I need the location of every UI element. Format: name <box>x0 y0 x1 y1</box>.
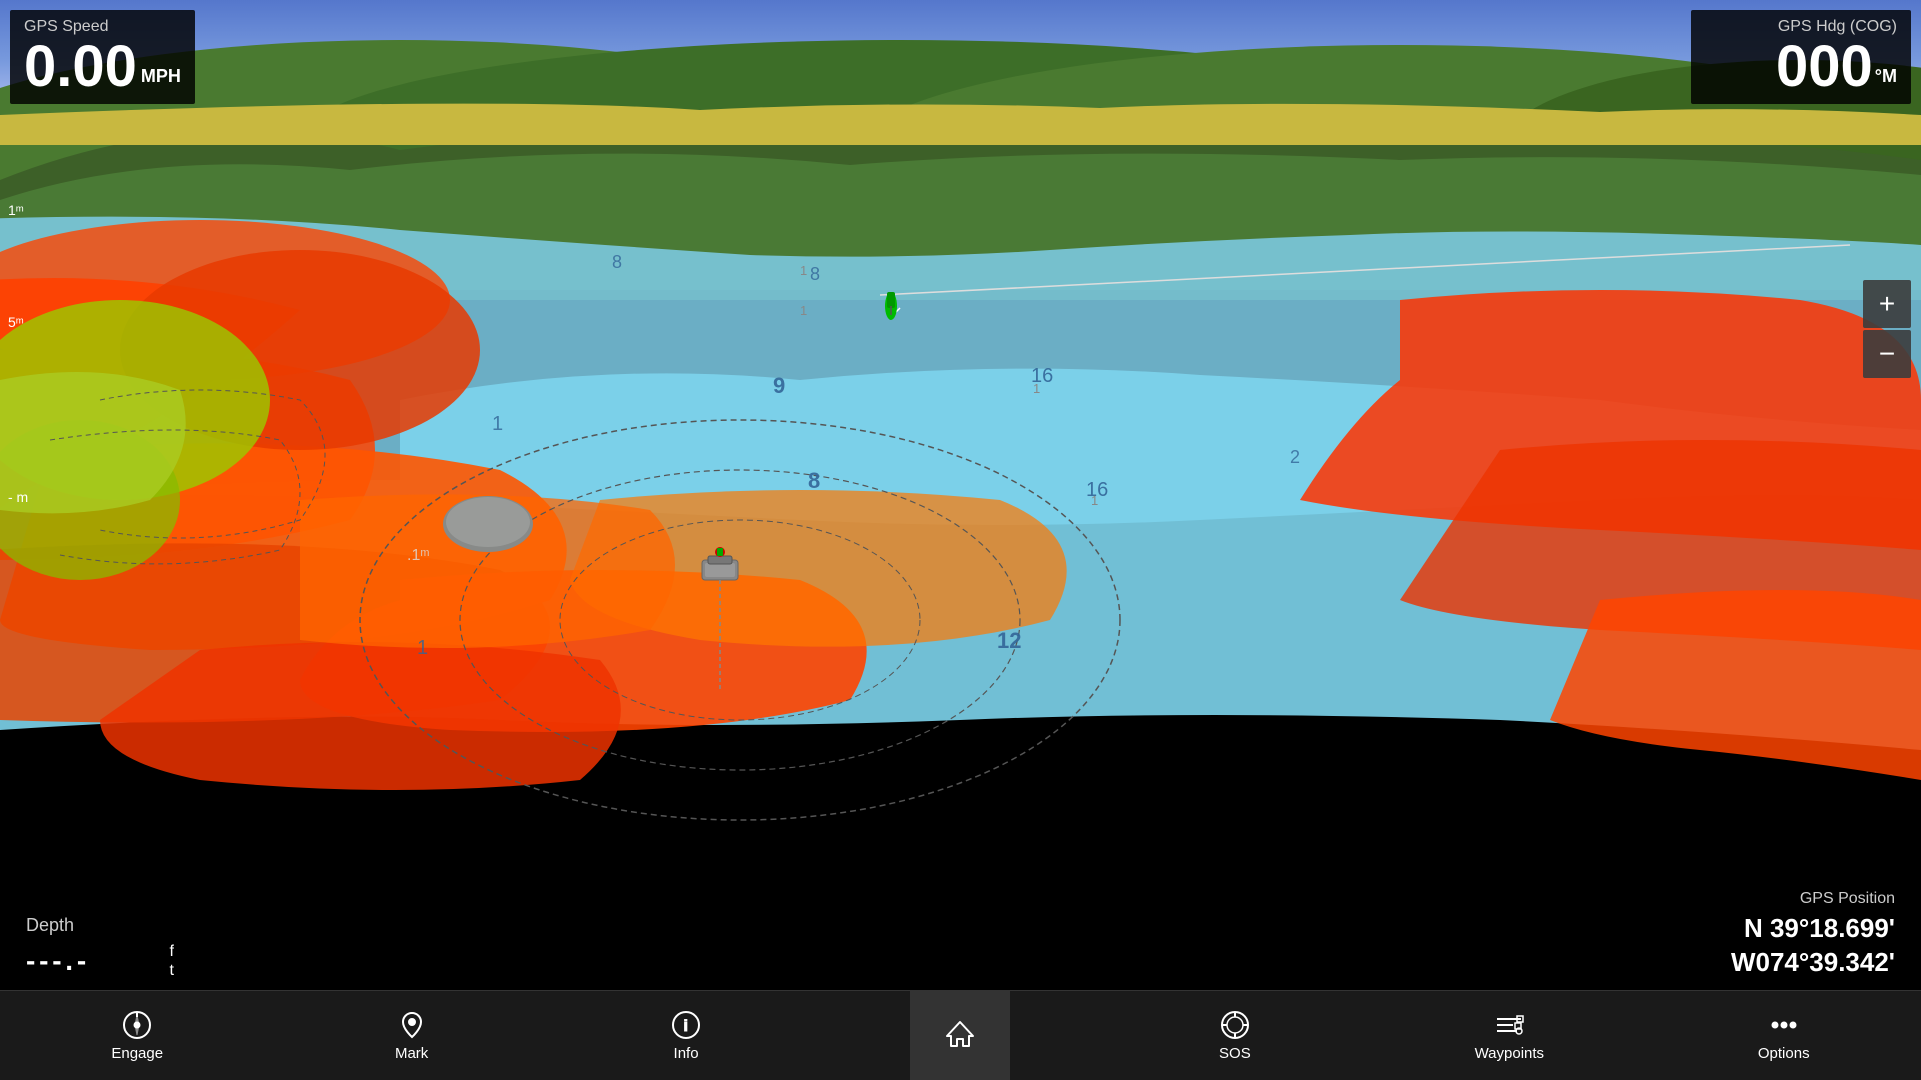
nav-item-home[interactable] <box>910 991 1010 1080</box>
nav-label-mark: Mark <box>395 1045 428 1062</box>
svg-text:.1ᵐ: .1ᵐ <box>407 547 430 564</box>
svg-text:2: 2 <box>1290 447 1300 467</box>
svg-text:12: 12 <box>997 628 1021 653</box>
svg-text:1: 1 <box>1033 381 1040 396</box>
waypoints-icon <box>1493 1009 1525 1041</box>
zoom-out-button[interactable]: − <box>1863 330 1911 378</box>
gps-speed-widget: GPS Speed 0.00 MPH <box>10 10 195 104</box>
svg-text:8: 8 <box>808 468 820 493</box>
gps-lon: W074°39.342' <box>1687 946 1895 980</box>
nav-label-engage: Engage <box>111 1045 163 1062</box>
gps-speed-unit: MPH <box>141 66 181 88</box>
depth-label: Depth <box>26 915 174 936</box>
options-icon <box>1768 1009 1800 1041</box>
svg-text:1: 1 <box>417 637 428 659</box>
gps-speed-value: 0.00 <box>24 38 137 96</box>
sos-icon <box>1219 1009 1251 1041</box>
svg-text:9: 9 <box>773 373 785 398</box>
depth-widget: Depth - - - . - f t <box>10 905 190 990</box>
gps-heading-value: 000 <box>1776 38 1873 96</box>
nav-label-sos: SOS <box>1219 1045 1251 1062</box>
zoom-in-button[interactable]: + <box>1863 280 1911 328</box>
svg-text:5ᵐ: 5ᵐ <box>8 314 24 330</box>
svg-text:8: 8 <box>612 252 622 272</box>
gps-position-widget: GPS Position N 39°18.699' W074°39.342' <box>1671 880 1911 990</box>
nav-item-info[interactable]: i Info <box>636 991 736 1080</box>
nav-label-options: Options <box>1758 1045 1810 1062</box>
svg-text:1: 1 <box>800 263 807 278</box>
nav-item-options[interactable]: Options <box>1734 991 1834 1080</box>
svg-text:8: 8 <box>810 264 820 284</box>
nav-item-sos[interactable]: SOS <box>1185 991 1285 1080</box>
gps-position-label: GPS Position <box>1687 890 1895 908</box>
svg-text:i: i <box>684 1018 688 1035</box>
nav-label-info: Info <box>674 1045 699 1062</box>
home-icon <box>944 1018 976 1050</box>
svg-text:1ᵐ: 1ᵐ <box>8 202 24 218</box>
map-container[interactable]: 9 8 12 16 16 8 8 1 1 2 .1ᵐ 1 1 1 1 <box>0 0 1921 990</box>
svg-text:1: 1 <box>800 303 807 318</box>
depth-unit: f t <box>170 942 174 980</box>
svg-text:1: 1 <box>1091 493 1098 508</box>
gps-heading-widget: GPS Hdg (COG) 000 °M <box>1691 10 1911 104</box>
info-icon: i <box>670 1009 702 1041</box>
svg-text:- m: - m <box>8 489 28 505</box>
nav-item-engage[interactable]: Engage <box>87 991 187 1080</box>
zoom-controls: + − <box>1863 280 1911 378</box>
depth-value: - - - . - <box>26 945 164 977</box>
svg-text:1: 1 <box>492 413 503 435</box>
nav-item-waypoints[interactable]: Waypoints <box>1459 991 1559 1080</box>
compass-icon <box>121 1009 153 1041</box>
gps-heading-unit: °M <box>1875 66 1897 88</box>
pin-icon <box>396 1009 428 1041</box>
nav-item-mark[interactable]: Mark <box>362 991 462 1080</box>
gps-lat: N 39°18.699' <box>1687 912 1895 946</box>
nav-label-waypoints: Waypoints <box>1475 1045 1544 1062</box>
navigation-bar: Engage Mark i Info SOS <box>0 990 1921 1080</box>
